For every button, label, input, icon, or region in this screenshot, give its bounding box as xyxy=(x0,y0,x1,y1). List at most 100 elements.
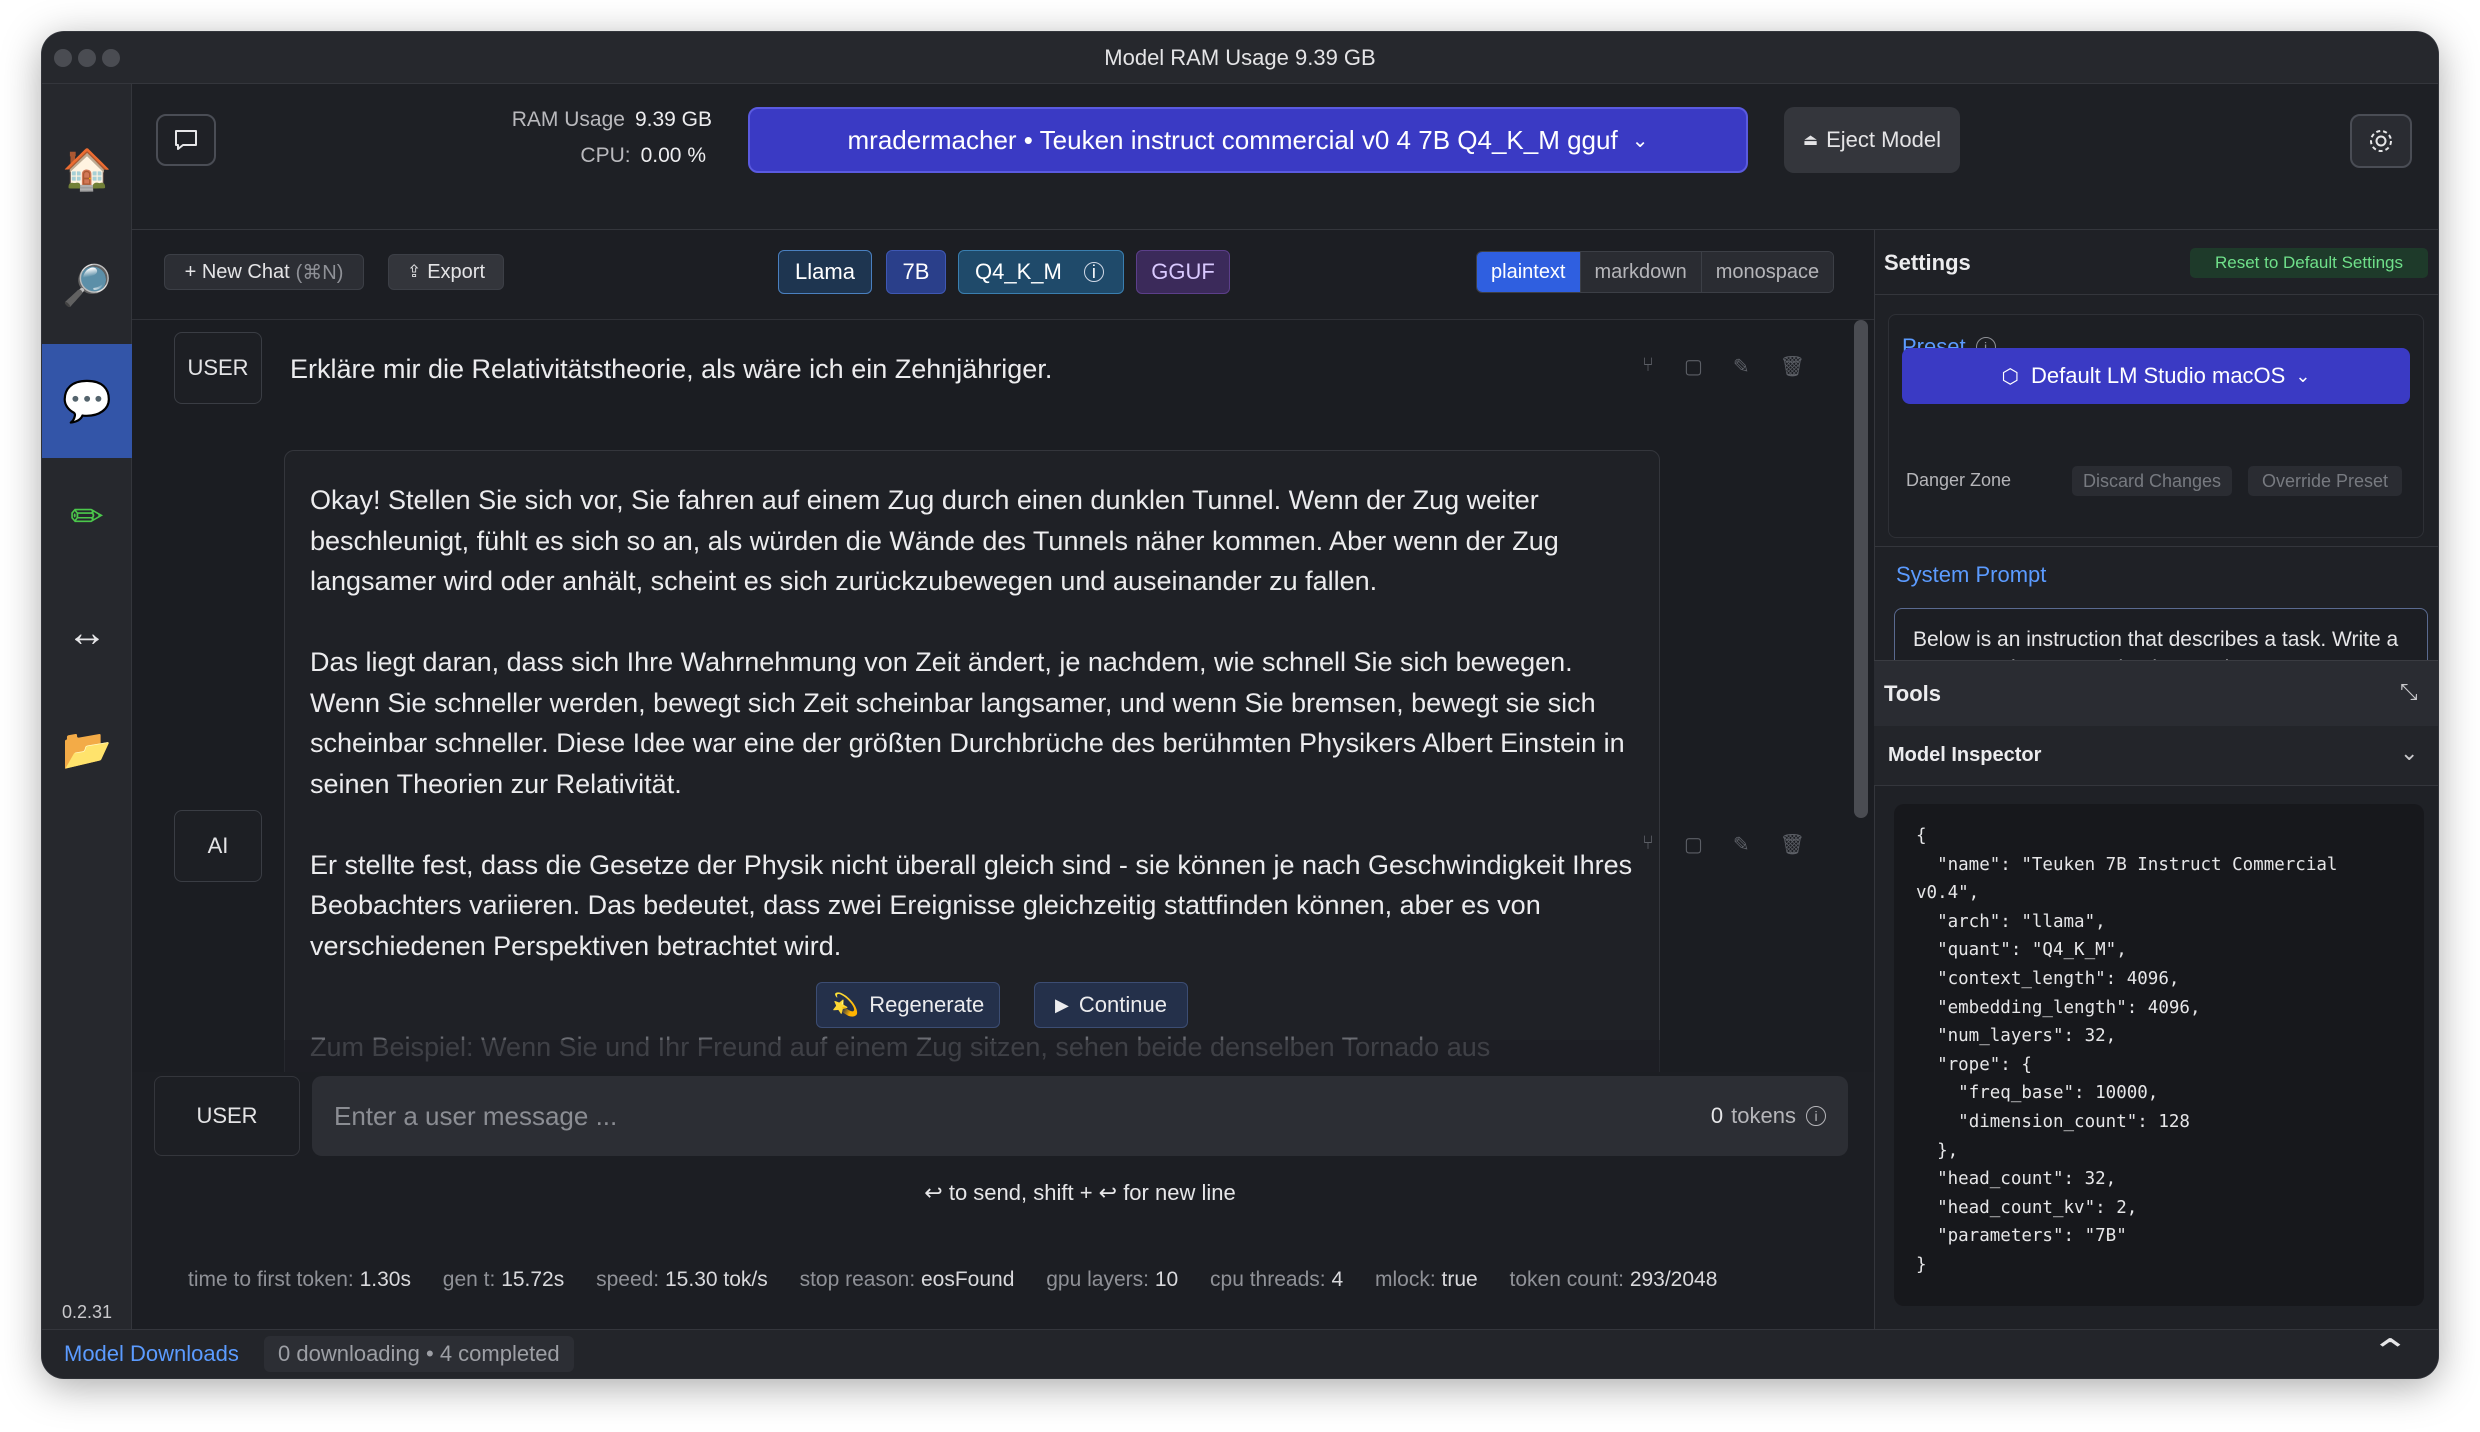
format-markdown[interactable]: markdown xyxy=(1580,252,1702,292)
sparkle-icon: 💫 xyxy=(831,992,860,1017)
preset-selector-label: Default LM Studio macOS xyxy=(2031,363,2286,388)
render-format-toggle: plaintext markdown monospace xyxy=(1476,251,1835,293)
title-bar: Model RAM Usage 9.39 GB xyxy=(42,32,2438,84)
gear-icon xyxy=(2370,130,2392,152)
token-count: 0 xyxy=(1710,1103,1724,1128)
ram-usage: RAM Usage 9.39 GB xyxy=(492,108,712,132)
stat-gpu-layers: gpu layers: 10 xyxy=(1046,1268,1179,1291)
copy-icon[interactable]: ▢ xyxy=(1684,354,1703,379)
new-chat-shortcut: (⌘N) xyxy=(295,261,344,284)
user-message-text: Erkläre mir die Relativitätstheorie, als… xyxy=(290,354,1053,384)
play-icon: ▶ xyxy=(1055,994,1069,1015)
continue-label: Continue xyxy=(1078,992,1167,1017)
size-tag: 7B xyxy=(886,250,946,294)
quant-tag: Q4_K_M i xyxy=(958,250,1124,294)
format-tag: GGUF xyxy=(1136,250,1230,294)
toggle-chats-button[interactable] xyxy=(156,114,216,166)
token-label: tokens xyxy=(1731,1103,1796,1128)
edit-icon[interactable]: ✎ xyxy=(1733,832,1750,857)
share-icon: ⇪ xyxy=(406,262,422,281)
pencil-icon: ✏ xyxy=(70,495,104,539)
input-role-toggle[interactable]: USER xyxy=(154,1076,300,1156)
edit-icon[interactable]: ✎ xyxy=(1733,354,1750,379)
sidebar-item-chat[interactable]: 💬 xyxy=(42,344,132,458)
continue-button[interactable]: ▶ Continue xyxy=(1034,982,1188,1028)
ai-paragraph: Okay! Stellen Sie sich vor, Sie fahren a… xyxy=(310,485,1559,596)
reset-defaults-button[interactable]: Reset to Default Settings xyxy=(2190,248,2428,278)
trash-icon[interactable]: 🗑 xyxy=(1780,354,1805,379)
chevron-up-icon[interactable]: ⌃ xyxy=(2370,1332,2410,1372)
ai-paragraph: Das liegt daran, dass sich Ihre Wahrnehm… xyxy=(310,647,1625,799)
settings-button[interactable] xyxy=(2350,114,2412,168)
model-inspector-code: { "name": "Teuken 7B Instruct Commercial… xyxy=(1916,826,2338,1275)
cpu-usage: CPU: 0.00 % xyxy=(492,144,712,168)
copy-icon[interactable]: ▢ xyxy=(1684,832,1703,857)
export-label: Export xyxy=(427,260,486,283)
ai-message-actions: ⑂ ▢ ✎ 🗑 xyxy=(1642,832,1805,857)
model-inspector-json: { "name": "Teuken 7B Instruct Commercial… xyxy=(1894,804,2424,1306)
model-selector[interactable]: mradermacher • Teuken instruct commercia… xyxy=(748,107,1748,173)
ai-role-badge[interactable]: AI xyxy=(174,810,262,882)
export-button[interactable]: ⇪ Export xyxy=(388,254,504,290)
override-preset-button[interactable]: Override Preset xyxy=(2248,466,2402,496)
model-inspector-header[interactable]: Model Inspector ⌄ xyxy=(1874,726,2438,786)
user-role-badge[interactable]: USER xyxy=(174,332,262,404)
info-icon[interactable]: i xyxy=(1806,1106,1826,1126)
stat-mlock: mlock: true xyxy=(1374,1268,1478,1291)
collapse-icon[interactable]: ⤡ xyxy=(2400,679,2418,705)
sidebar-item-home[interactable]: 🏠 xyxy=(42,112,132,226)
chat-bubble-icon: 💬 xyxy=(62,379,112,424)
format-monospace[interactable]: monospace xyxy=(1701,252,1834,292)
divider xyxy=(1874,546,2438,547)
chat-scrollbar[interactable] xyxy=(1854,320,1868,818)
cpu-value: 0.00 % xyxy=(640,144,706,167)
danger-zone-label: Danger Zone xyxy=(1906,470,2012,490)
stat-stop-reason: stop reason: eosFound xyxy=(799,1268,1015,1291)
chevron-down-icon: ⌄ xyxy=(2295,365,2311,386)
send-hint: ↩ to send, shift + ↩ for new line xyxy=(924,1180,1236,1205)
ai-paragraph: Er stellte fest, dass die Gesetze der Ph… xyxy=(310,849,1633,961)
eject-model-label: Eject Model xyxy=(1826,127,1942,152)
branch-icon[interactable]: ⑂ xyxy=(1642,832,1654,857)
cube-icon: ⬡ xyxy=(2001,365,2020,388)
ai-message-text: Okay! Stellen Sie sich vor, Sie fahren a… xyxy=(310,480,1640,1007)
stat-gen-time: gen t: 15.72s xyxy=(442,1268,565,1291)
sidebar-item-search[interactable]: 🔎 xyxy=(42,228,132,342)
window-title: Model RAM Usage 9.39 GB xyxy=(1104,45,1376,70)
branch-icon[interactable]: ⑂ xyxy=(1642,354,1654,379)
system-prompt-label: System Prompt xyxy=(1896,562,2047,587)
search-icon: 🔎 xyxy=(62,263,112,308)
format-plaintext[interactable]: plaintext xyxy=(1477,252,1581,292)
tools-header: Tools ⤡ xyxy=(1874,660,2438,726)
message-input[interactable]: Enter a user message ... 0 tokens i xyxy=(312,1076,1848,1156)
model-inspector-label: Model Inspector xyxy=(1888,744,2042,766)
folder-icon: 📂 xyxy=(62,727,112,772)
eject-icon: ⏏ xyxy=(1802,132,1819,149)
divider xyxy=(1874,294,2438,295)
chevron-down-icon: ⌄ xyxy=(1631,129,1649,152)
eject-model-button[interactable]: ⏏ Eject Model xyxy=(1784,107,1960,173)
ram-label: RAM Usage xyxy=(511,108,625,131)
sidebar-item-edit[interactable]: ✏ xyxy=(42,460,132,574)
settings-title: Settings xyxy=(1884,250,1971,275)
regenerate-button[interactable]: 💫 Regenerate xyxy=(816,982,1000,1028)
downloads-status: 0 downloading • 4 completed xyxy=(264,1336,574,1372)
info-icon[interactable]: i xyxy=(1083,262,1104,282)
discard-changes-button[interactable]: Discard Changes xyxy=(2072,466,2232,496)
app-version: 0.2.31 xyxy=(61,1302,113,1322)
model-downloads-link[interactable]: Model Downloads xyxy=(64,1329,239,1378)
tools-label: Tools xyxy=(1884,681,1942,706)
stat-token-count: token count: 293/2048 xyxy=(1509,1268,1718,1291)
new-chat-button[interactable]: + New Chat (⌘N) xyxy=(164,254,364,290)
quant-tag-label: Q4_K_M xyxy=(975,259,1062,284)
model-selector-label: mradermacher • Teuken instruct commercia… xyxy=(847,124,1618,155)
trash-icon[interactable]: 🗑 xyxy=(1780,832,1805,857)
new-chat-label: + New Chat xyxy=(184,260,290,283)
sidebar: 🏠 🔎 💬 ✏ ↔ 📂 0.2.31 xyxy=(42,84,132,1329)
stat-cpu-threads: cpu threads: 4 xyxy=(1210,1268,1344,1291)
sidebar-item-server[interactable]: ↔ xyxy=(42,576,132,690)
sidebar-item-folder[interactable]: 📂 xyxy=(42,692,132,806)
home-icon: 🏠 xyxy=(62,147,112,192)
arch-tag: Llama xyxy=(778,250,872,294)
preset-selector[interactable]: ⬡ Default LM Studio macOS ⌄ xyxy=(1902,348,2410,404)
